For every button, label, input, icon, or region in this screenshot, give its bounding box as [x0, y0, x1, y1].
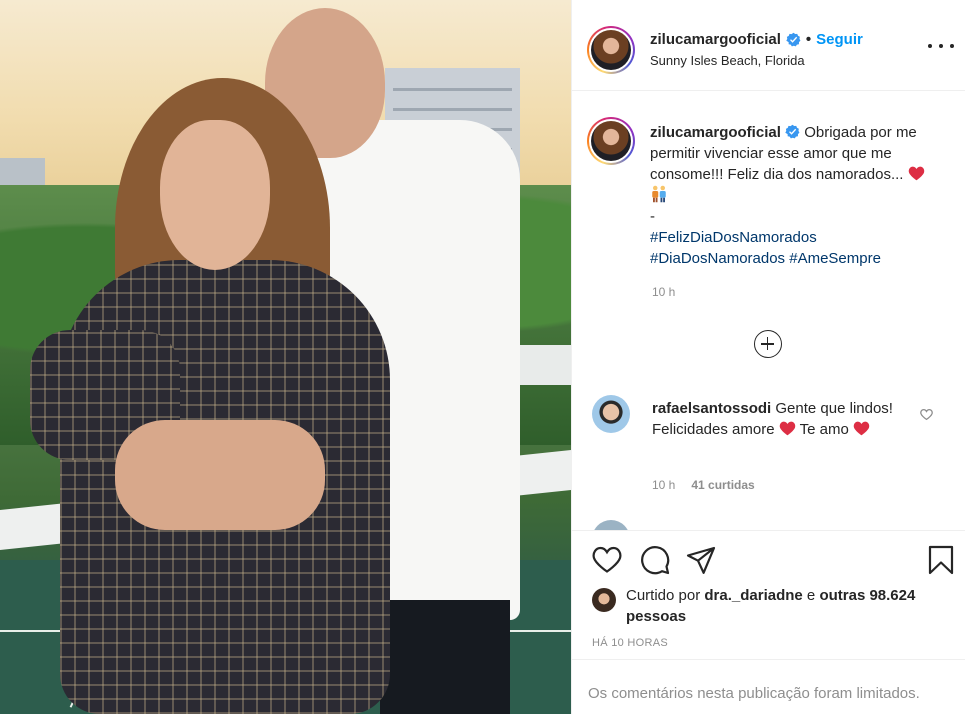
red-heart-emoji-icon — [908, 166, 924, 181]
liker-username[interactable]: dra._dariadne — [704, 587, 802, 604]
red-heart-emoji-icon — [853, 421, 870, 436]
save-bookmark-icon[interactable] — [926, 545, 956, 575]
comment-time[interactable]: 10 h — [652, 478, 675, 492]
verified-badge-icon — [786, 32, 801, 47]
more-options-icon[interactable] — [928, 36, 954, 56]
comment-likes-count[interactable]: 41 curtidas — [691, 478, 754, 492]
post-location[interactable]: Sunny Isles Beach, Florida — [650, 53, 805, 68]
post-actions: Curtido por dra._dariadne e outras 98.62… — [572, 530, 965, 714]
caption-dash: - — [650, 208, 655, 225]
post-photo[interactable] — [0, 0, 571, 714]
comment-body-end: Te amo — [799, 421, 849, 438]
liker-avatar[interactable] — [592, 588, 616, 612]
header-separator: • — [805, 31, 812, 48]
photo-man-pants — [380, 600, 510, 714]
caption-text: zilucamargooficial Obrigada por me permi… — [650, 122, 930, 269]
red-heart-emoji-icon — [779, 421, 795, 436]
hashtag-link[interactable]: #FelizDiaDosNamorados — [650, 229, 817, 246]
photo-hands — [115, 420, 325, 530]
share-paper-plane-icon[interactable] — [686, 545, 716, 575]
verified-badge-icon — [785, 124, 800, 139]
load-more-comments-button[interactable] — [754, 330, 782, 358]
couple-emoji-icon — [652, 185, 666, 203]
likes-conjunction: e — [806, 587, 816, 604]
photo-woman-face — [160, 120, 270, 270]
comments-limited-text: Os comentários nesta publicação foram li… — [588, 685, 920, 702]
comment-avatar[interactable] — [592, 395, 630, 433]
caption-avatar[interactable] — [587, 117, 635, 165]
likes-text: Curtido por dra._dariadne e outras 98.62… — [626, 585, 926, 627]
comments-limited-notice: Os comentários nesta publicação foram li… — [572, 659, 965, 714]
caption-time[interactable]: 10 h — [652, 285, 675, 299]
author-username[interactable]: zilucamargooficial — [650, 31, 781, 48]
likes-prefix: Curtido por — [626, 587, 701, 604]
caption-username[interactable]: zilucamargooficial — [650, 124, 781, 141]
hashtag-link[interactable]: #DiaDosNamorados — [650, 250, 785, 267]
post-timestamp[interactable]: HÁ 10 HORAS — [592, 637, 668, 649]
action-icons-row — [588, 545, 958, 577]
next-comment-avatar-partial — [592, 520, 630, 530]
comment-bubble-icon[interactable] — [640, 545, 670, 575]
post-side-panel: zilucamargooficial • Seguir Sunny Isles … — [571, 0, 965, 714]
post-header: zilucamargooficial • Seguir Sunny Isles … — [572, 0, 965, 91]
comment-text: rafaelsantossodi Gente que lindos! Felic… — [652, 398, 902, 440]
follow-button[interactable]: Seguir — [816, 31, 863, 48]
hashtag-link[interactable]: #AmeSempre — [789, 250, 881, 267]
comment-username[interactable]: rafaelsantossodi — [652, 400, 771, 417]
comment-like-heart-icon[interactable] — [920, 408, 933, 421]
comment-meta: 10 h 41 curtidas — [652, 478, 755, 492]
author-avatar[interactable] — [587, 26, 635, 74]
author-line: zilucamargooficial • Seguir — [650, 31, 863, 48]
like-heart-icon[interactable] — [592, 545, 622, 575]
